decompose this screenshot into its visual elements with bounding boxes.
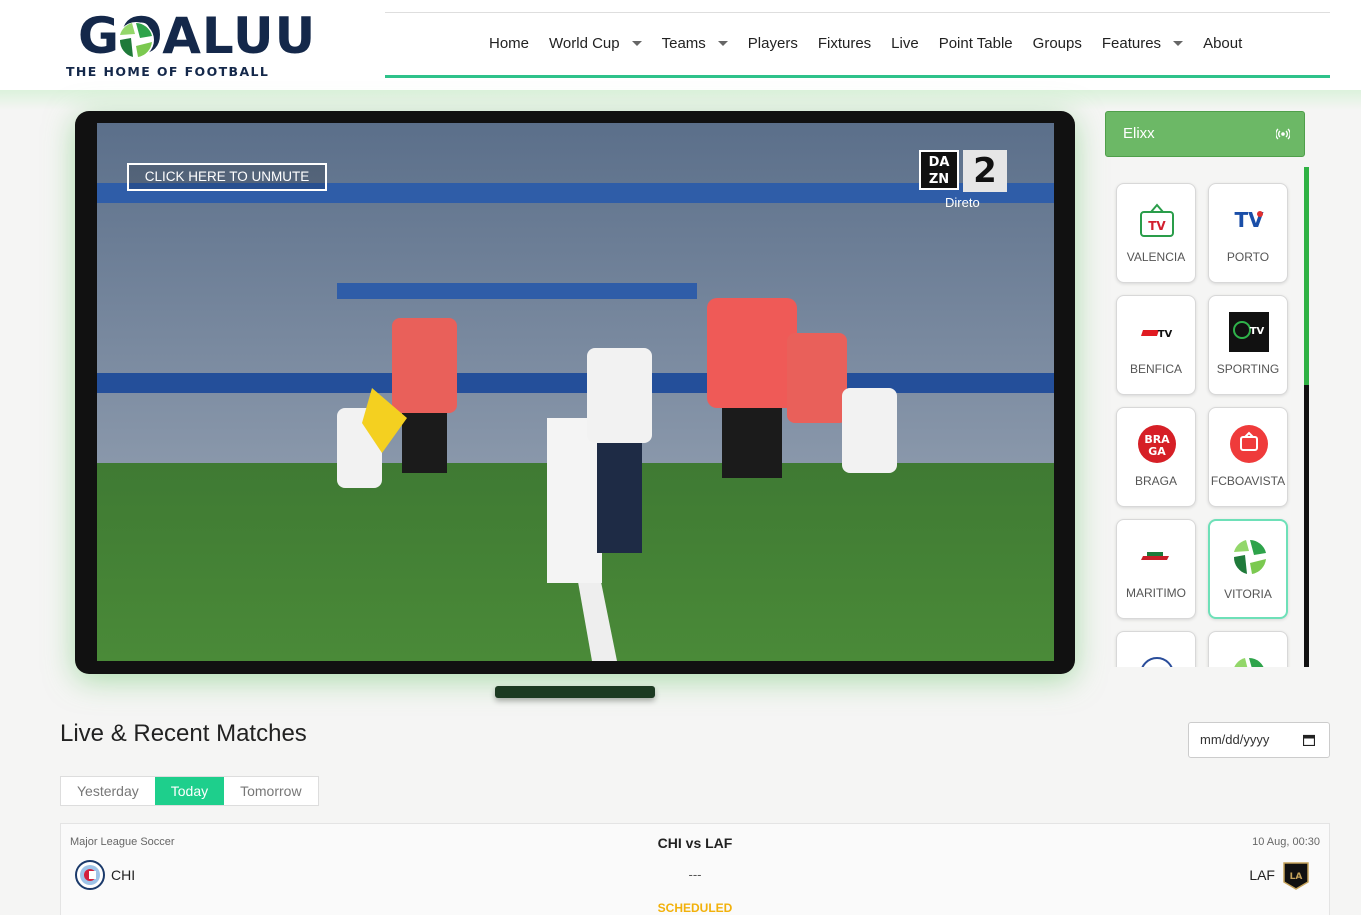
channel-tile[interactable] — [1116, 631, 1196, 667]
broadcaster-channel: 2 — [963, 150, 1007, 192]
nav-item-home[interactable]: Home — [489, 35, 529, 52]
tab-yesterday[interactable]: Yesterday — [61, 777, 155, 805]
live-signal-icon — [1276, 128, 1290, 140]
provider-label: Elixx — [1123, 125, 1155, 142]
channel-tile-valencia[interactable]: TV VALENCIA — [1116, 183, 1196, 283]
nav-item-label: Features — [1101, 35, 1162, 52]
channel-tile-braga[interactable]: BRA GA BRAGA — [1116, 407, 1196, 507]
svg-text:TV: TV — [1148, 219, 1166, 233]
channel-label: PORTO — [1226, 250, 1270, 264]
logo-wordmark: GOALUU — [78, 7, 317, 65]
date-picker-input[interactable]: mm/dd/yyyy — [1188, 722, 1330, 758]
sporting-tv-icon: TV — [1229, 312, 1269, 352]
nav-item-label: Fixtures — [817, 35, 872, 52]
channel-label: FCBOAVISTA — [1210, 474, 1286, 488]
nav-item-label: World Cup — [549, 35, 620, 52]
site-header: GOALUU THE HOME OF FOOTBALL Home World Cu… — [0, 0, 1361, 90]
benfica-tv-icon: TV — [1137, 312, 1177, 352]
tv-frame: CLICK HERE TO UNMUTE DA ZN 2 Direto — [75, 111, 1075, 674]
channel-label: BENFICA — [1129, 362, 1182, 376]
channel-icon — [1137, 648, 1177, 667]
channel-tile[interactable] — [1208, 631, 1288, 667]
chevron-down-icon — [631, 41, 642, 46]
matches-heading: Live & Recent Matches — [60, 720, 307, 747]
svg-text:LA: LA — [1290, 872, 1303, 882]
football-icon — [118, 22, 154, 58]
provider-selector[interactable]: Elixx — [1105, 111, 1305, 157]
nav-item-fixtures[interactable]: Fixtures — [818, 35, 871, 52]
main-navigation: Home World Cup Teams Players Fixtures Live Poi… — [385, 12, 1330, 78]
tv-stand — [495, 686, 655, 698]
day-tabs: Yesterday Today Tomorrow — [60, 776, 319, 806]
nav-item-players[interactable]: Players — [748, 35, 798, 52]
channel-label: VITORIA — [1224, 587, 1272, 601]
away-team-name: LAF — [1249, 867, 1275, 883]
channel-tile-porto[interactable]: TV PORTO — [1208, 183, 1288, 283]
nav-item-teams[interactable]: Teams — [662, 35, 728, 52]
nav-item-features[interactable]: Features — [1101, 35, 1184, 52]
match-time: 10 Aug, 00:30 — [1252, 836, 1320, 848]
match-score: --- — [688, 867, 702, 882]
match-card[interactable]: Major League Soccer CHI vs LAF 10 Aug, 0… — [60, 823, 1330, 915]
header-shadow — [0, 90, 1361, 110]
video-player[interactable]: CLICK HERE TO UNMUTE DA ZN 2 Direto — [97, 123, 1054, 661]
nav-item-label: Home — [489, 35, 530, 52]
vitoria-tv-icon — [1230, 537, 1270, 577]
svg-text:GA: GA — [1148, 445, 1166, 458]
channel-list[interactable]: TV VALENCIA TV PORTO TV BENFICA TV SPORTING BRA G… — [1110, 170, 1310, 667]
nav-item-groups[interactable]: Groups — [1033, 35, 1082, 52]
site-logo[interactable]: GOALUU THE HOME OF FOOTBALL — [66, 8, 315, 82]
channel-icon — [1229, 648, 1269, 667]
maritimo-tv-icon — [1137, 536, 1177, 576]
stadium-scene — [97, 123, 1054, 661]
nav-item-label: Live — [891, 35, 919, 52]
nav-item-live[interactable]: Live — [891, 35, 919, 52]
nav-item-about[interactable]: About — [1203, 35, 1242, 52]
match-title: CHI vs LAF — [657, 835, 733, 851]
nav-item-label: Groups — [1032, 35, 1082, 52]
broadcaster-logo: DA ZN — [919, 150, 959, 190]
chevron-down-icon — [1173, 41, 1184, 46]
nav-item-label: About — [1203, 35, 1243, 52]
nav-item-label: Point Table — [938, 35, 1013, 52]
svg-text:TV: TV — [1250, 326, 1265, 337]
channel-label: BRAGA — [1134, 474, 1177, 488]
channel-label: MARITIMO — [1126, 586, 1186, 600]
nav-item-label: Teams — [661, 35, 706, 52]
match-status: SCHEDULED — [657, 901, 733, 915]
calendar-icon[interactable] — [1303, 734, 1315, 746]
lafc-crest-icon: LA — [1283, 862, 1309, 890]
unmute-button[interactable]: CLICK HERE TO UNMUTE — [127, 163, 327, 191]
channel-tile-maritimo[interactable]: MARITIMO — [1116, 519, 1196, 619]
nav-list: Home World Cup Teams Players Fixtures Live Poi… — [489, 35, 1262, 52]
braga-tv-icon: BRA GA — [1137, 424, 1177, 464]
channel-label: SPORTING — [1216, 362, 1280, 376]
tab-tomorrow[interactable]: Tomorrow — [224, 777, 317, 805]
channel-tile-vitoria[interactable]: VITORIA — [1208, 519, 1288, 619]
chevron-down-icon — [717, 41, 728, 46]
nav-item-world-cup[interactable]: World Cup — [549, 35, 642, 52]
nav-item-label: Players — [747, 35, 798, 52]
date-placeholder: mm/dd/yyyy — [1200, 732, 1270, 747]
valencia-tv-icon: TV — [1137, 200, 1177, 240]
porto-tv-icon: TV — [1229, 200, 1269, 240]
logo-tagline: THE HOME OF FOOTBALL — [66, 64, 270, 79]
channel-label: VALENCIA — [1126, 250, 1186, 264]
tab-today[interactable]: Today — [154, 777, 225, 805]
broadcaster-status: Direto — [945, 195, 980, 210]
svg-text:TV: TV — [1158, 329, 1173, 340]
boavista-tv-icon — [1229, 424, 1269, 464]
channel-tile-fcboavista[interactable]: FCBOAVISTA — [1208, 407, 1288, 507]
channel-tile-benfica[interactable]: TV BENFICA — [1116, 295, 1196, 395]
away-team[interactable]: LAF LA — [1249, 860, 1311, 890]
channel-scrollbar-thumb[interactable] — [1304, 167, 1309, 385]
channel-tile-sporting[interactable]: TV SPORTING — [1208, 295, 1288, 395]
nav-item-point-table[interactable]: Point Table — [939, 35, 1013, 52]
